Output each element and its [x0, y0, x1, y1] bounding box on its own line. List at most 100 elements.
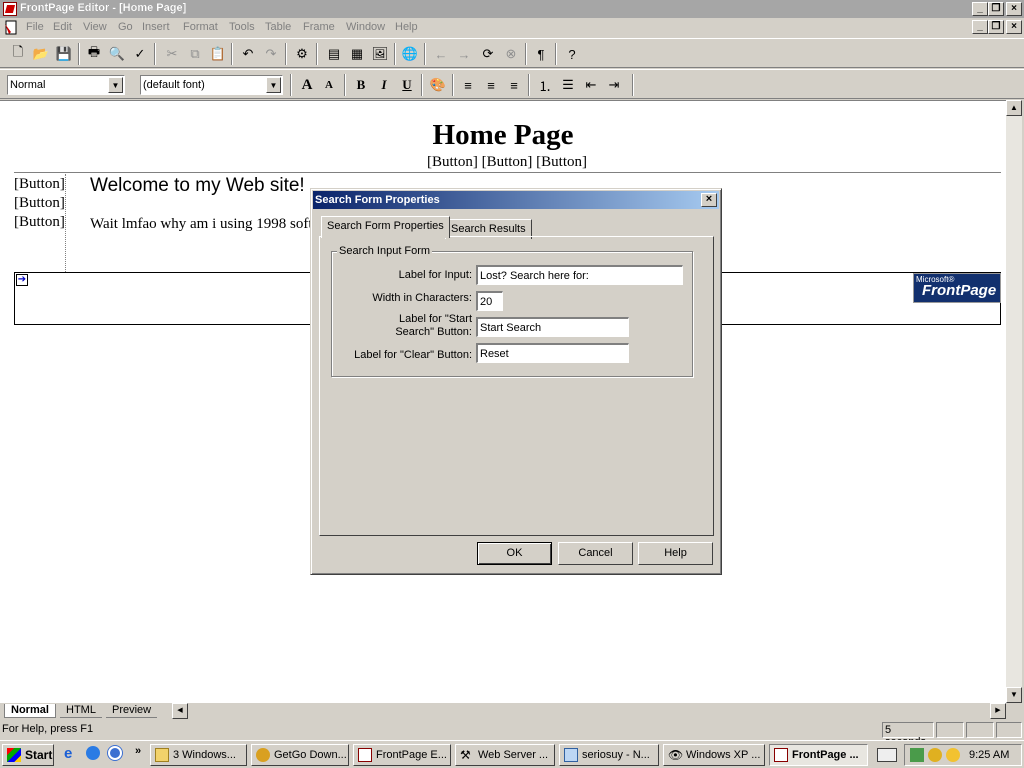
menu-view[interactable]: View [83, 21, 107, 33]
doc-restore-button[interactable]: ❐ [988, 20, 1004, 34]
menu-edit[interactable]: Edit [53, 21, 72, 33]
bold-icon[interactable]: B [351, 75, 371, 95]
web-bot-icon[interactable]: ⚙ [292, 44, 312, 64]
dialog-title-bar[interactable]: Search Form Properties × [313, 191, 719, 209]
menu-help[interactable]: Help [395, 21, 418, 33]
desktop-icon[interactable] [86, 746, 100, 760]
insert-image-icon[interactable]: 🖼 [370, 44, 390, 64]
scroll-right-icon[interactable]: ▶ [990, 703, 1006, 719]
menu-tools[interactable]: Tools [229, 21, 255, 33]
side-button[interactable]: [Button] [14, 195, 65, 212]
tray-app-icon[interactable] [946, 748, 960, 762]
align-left-icon[interactable]: ≡ [458, 75, 478, 95]
network-icon[interactable] [910, 748, 924, 762]
align-right-icon[interactable]: ≡ [504, 75, 524, 95]
menu-format[interactable]: Format [183, 21, 218, 33]
menu-table[interactable]: Table [265, 21, 291, 33]
tray-shield-icon[interactable] [928, 748, 942, 762]
tab-search-form-properties[interactable]: Search Form Properties [321, 216, 450, 238]
ok-button[interactable]: OK [477, 542, 552, 565]
chevron-down-icon[interactable]: ▼ [108, 77, 123, 93]
label-for-input-field[interactable]: Lost? Search here for: [476, 265, 683, 285]
side-button[interactable]: [Button] [14, 214, 65, 231]
insert-form-field-icon[interactable]: ▤ [324, 44, 344, 64]
menu-insert[interactable]: Insert [142, 21, 170, 33]
close-button[interactable]: × [1006, 2, 1022, 16]
decrease-indent-icon[interactable]: ⇤ [581, 75, 601, 95]
new-page-icon[interactable]: 🗋 [8, 44, 28, 64]
save-icon[interactable]: 💾 [54, 44, 74, 64]
hyperlink-icon[interactable]: 🌐 [400, 44, 420, 64]
copy-icon[interactable]: ⧉ [185, 44, 205, 64]
stop-icon[interactable]: ⊗ [501, 44, 521, 64]
doc-close-button[interactable]: × [1006, 20, 1022, 34]
print-icon[interactable]: 🖶 [84, 44, 104, 64]
cancel-button[interactable]: Cancel [558, 542, 633, 565]
scroll-down-icon[interactable]: ▼ [1006, 687, 1022, 703]
clock[interactable]: 9:25 AM [969, 749, 1009, 761]
vertical-scrollbar[interactable]: ▲ ▼ [1006, 100, 1022, 703]
numbered-list-icon[interactable]: ⒈ [535, 75, 555, 95]
minimize-button[interactable]: _ [972, 2, 988, 16]
document-icon[interactable] [3, 20, 19, 36]
open-icon[interactable]: 📂 [31, 44, 51, 64]
refresh-icon[interactable]: ⟳ [478, 44, 498, 64]
doc-minimize-button[interactable]: _ [972, 20, 988, 34]
menu-frame[interactable]: Frame [303, 21, 335, 33]
style-combo[interactable]: Normal ▼ [7, 75, 125, 95]
scroll-left-icon[interactable]: ◀ [172, 703, 188, 719]
paste-icon[interactable]: 📋 [208, 44, 228, 64]
forward-arrow-icon[interactable]: → [454, 44, 474, 64]
help-button[interactable]: Help [638, 542, 713, 565]
spelling-icon[interactable]: ✓ [130, 44, 150, 64]
back-arrow-icon[interactable]: ← [431, 44, 451, 64]
show-paragraph-icon[interactable]: ¶ [531, 44, 551, 64]
nav-buttons-bar[interactable]: [Button] [Button] [Button] [0, 154, 1014, 171]
restore-button[interactable]: ❐ [988, 2, 1004, 16]
app-title-bar[interactable]: FrontPage Editor - [Home Page] _ ❐ × [0, 0, 1024, 18]
print-preview-icon[interactable]: 🔍 [107, 44, 127, 64]
font-combo[interactable]: (default font) ▼ [140, 75, 283, 95]
media-player-icon[interactable] [108, 746, 122, 760]
increase-font-icon[interactable]: A [297, 75, 317, 95]
task-button[interactable]: 3 Windows... [150, 744, 247, 766]
chevron-right-icon[interactable]: » [135, 745, 141, 757]
menu-go[interactable]: Go [118, 21, 133, 33]
tab-preview[interactable]: Preview [106, 704, 158, 718]
task-button[interactable]: FrontPage E... [353, 744, 451, 766]
scroll-up-icon[interactable]: ▲ [1006, 100, 1022, 116]
decrease-font-icon[interactable]: A [319, 75, 339, 95]
undo-icon[interactable]: ↶ [238, 44, 258, 64]
help-pointer-icon[interactable]: ? [562, 44, 582, 64]
task-button-active[interactable]: FrontPage ... [769, 744, 868, 766]
clear-button-field[interactable]: Reset [476, 343, 629, 363]
side-button[interactable]: [Button] [14, 176, 65, 193]
increase-indent-icon[interactable]: ⇥ [604, 75, 624, 95]
task-button[interactable]: GetGo Down... [251, 744, 349, 766]
start-button[interactable]: Start [2, 744, 54, 766]
cut-icon[interactable]: ✂ [162, 44, 182, 64]
close-icon[interactable]: × [701, 193, 717, 207]
ie-icon[interactable]: e [64, 745, 80, 762]
tab-normal[interactable]: Normal [4, 704, 56, 718]
frontpage-app-icon[interactable] [3, 2, 17, 16]
keyboard-icon[interactable] [877, 748, 897, 762]
task-button[interactable]: ⚒ Web Server ... [455, 744, 555, 766]
redo-icon[interactable]: ↷ [261, 44, 281, 64]
start-search-field[interactable]: Start Search [476, 317, 629, 337]
tab-html[interactable]: HTML [60, 704, 102, 718]
bulleted-list-icon[interactable]: ☰ [558, 75, 578, 95]
italic-icon[interactable]: I [374, 75, 394, 95]
underline-icon[interactable]: U [397, 75, 417, 95]
task-button[interactable]: 👁 Windows XP ... [663, 744, 765, 766]
menu-file[interactable]: File [26, 21, 44, 33]
width-field[interactable]: 20 [476, 291, 503, 311]
insert-table-icon[interactable]: ▦ [347, 44, 367, 64]
task-button[interactable]: seriosuy - N... [559, 744, 659, 766]
menu-window[interactable]: Window [346, 21, 385, 33]
layout-divider [65, 174, 66, 272]
align-center-icon[interactable]: ≡ [481, 75, 501, 95]
text-color-icon[interactable]: 🎨 [428, 75, 448, 95]
chevron-down-icon[interactable]: ▼ [266, 77, 281, 93]
taskbar: Start e » 3 Windows... GetGo Down... Fro… [0, 740, 1024, 768]
